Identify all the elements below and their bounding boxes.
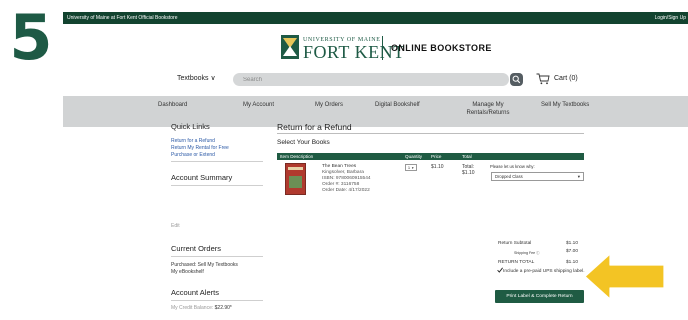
cart-link[interactable]: Cart (0) [554,75,578,82]
search-input[interactable] [233,73,509,86]
logo-store-text: ONLINE BOOKSTORE [391,43,492,53]
info-icon: ⓘ [536,251,540,255]
nav-my-orders[interactable]: My Orders [315,101,343,109]
current-order-item[interactable]: Purchased: Sell My Textbooks [171,262,238,268]
top-bar: University of Maine at Fort Kent Officia… [63,12,688,24]
quick-links-heading: Quick Links [171,122,210,131]
column-price: Price [431,154,442,159]
item-price: $1.10 [431,164,444,170]
chevron-down-icon: ▼ [411,166,415,170]
reason-select[interactable]: Dropped Class ▾ [491,172,584,181]
book-title: The Bean Trees [322,164,357,169]
nav-my-account[interactable]: My Account [243,101,274,109]
main-nav: Dashboard My Account My Orders Digital B… [63,96,688,127]
book-order-date: Order Date: 4/17/2022 [322,188,370,193]
table-header: Item Description Quantity Price Total [277,153,584,160]
login-link[interactable]: Login/Sign Up [655,12,686,24]
nav-sell-textbooks[interactable]: Sell My Textbooks [541,101,589,109]
account-alerts-heading: Account Alerts [171,288,219,297]
sidebar-divider [171,185,263,186]
shipping-fee-label-text: Shipping Fee [514,251,536,255]
book-author: Kingsolver, Barbara [322,170,364,175]
ups-label-option-text: Include a pre-paid UPS shipping label. [503,269,585,274]
quick-link-return-refund[interactable]: Return for a Refund [171,138,215,144]
section-heading: Select Your Books [277,139,330,146]
sidebar-divider [171,256,263,257]
item-total-value: $1.10 [462,170,475,176]
return-total-value: $1.10 [566,260,579,265]
chevron-down-icon: ∨ [210,75,216,82]
edit-link[interactable]: Edit [171,223,180,229]
logo-divider [382,36,383,60]
return-subtotal-label: Return Subtotal [498,241,532,246]
credit-balance-value: $22.90* [214,305,232,311]
shipping-fee-label: Shipping Fee ⓘ [514,250,539,255]
cart-icon[interactable] [536,73,550,85]
page-title: Return for a Refund [277,122,352,132]
nav-dashboard[interactable]: Dashboard [158,101,187,109]
account-summary-heading: Account Summary [171,173,233,182]
quick-link-purchase-extend[interactable]: Purchase or Extend [171,152,215,158]
step-number: 5 [9,1,53,74]
column-quantity: Quantity [405,154,423,159]
book-isbn: ISBN: 9780060915544 [322,176,371,181]
title-divider [277,133,584,134]
sidebar-divider [171,300,263,301]
book-cover-art [289,176,302,188]
reason-value: Dropped Class [495,174,523,179]
chevron-down-icon: ▾ [577,174,580,179]
quick-link-return-rental[interactable]: Return My Rental for Free [171,145,229,151]
category-dropdown[interactable]: Textbooks ∨ [177,74,216,82]
quantity-select[interactable]: 1 ▼ [405,164,417,171]
shipping-fee-value: $7.00 [566,249,579,254]
reason-label: Please let us know why: [490,164,535,169]
tutorial-step-image: 5 University of Maine at Fort Kent Offic… [0,0,688,320]
item-total: Total: $1.10 [462,164,475,176]
logo-campus-text: FORT KENT [303,42,405,62]
column-total: Total [462,154,472,159]
search-icon [512,75,521,84]
search-button[interactable] [510,73,523,86]
book-cover-title-band [288,167,303,170]
search-bar: Textbooks∨ Cart (0) [63,73,688,87]
book-order-number: Order #: 3116758 [322,182,360,187]
book-cover-image [285,163,306,195]
credit-balance-label: My Credit Balance: [171,305,214,311]
nav-digital-bookshelf[interactable]: Digital Bookshelf [375,101,420,109]
pointer-arrow-icon [584,253,665,300]
current-order-item[interactable]: My eBookshelf [171,269,204,275]
quantity-value: 1 [407,165,411,170]
return-total-label: RETURN TOTAL [498,260,535,265]
credit-balance: My Credit Balance: $22.90* [171,305,232,311]
store-logo[interactable]: UNIVERSITY OF MAINE FORT KENT ONLINE BOO… [281,34,581,62]
sidebar-divider [171,161,263,162]
nav-manage-rentals-returns[interactable]: Manage My Rentals/Returns [461,101,515,117]
category-label: Textbooks [177,75,209,82]
current-orders-heading: Current Orders [171,244,222,253]
column-item-description: Item Description [280,154,314,159]
return-subtotal-value: $1.10 [566,241,579,246]
university-logo-icon [281,35,299,59]
print-label-complete-return-button[interactable]: Print Label & Complete Return [495,290,584,303]
site-name-link[interactable]: University of Maine at Fort Kent Officia… [67,12,178,24]
